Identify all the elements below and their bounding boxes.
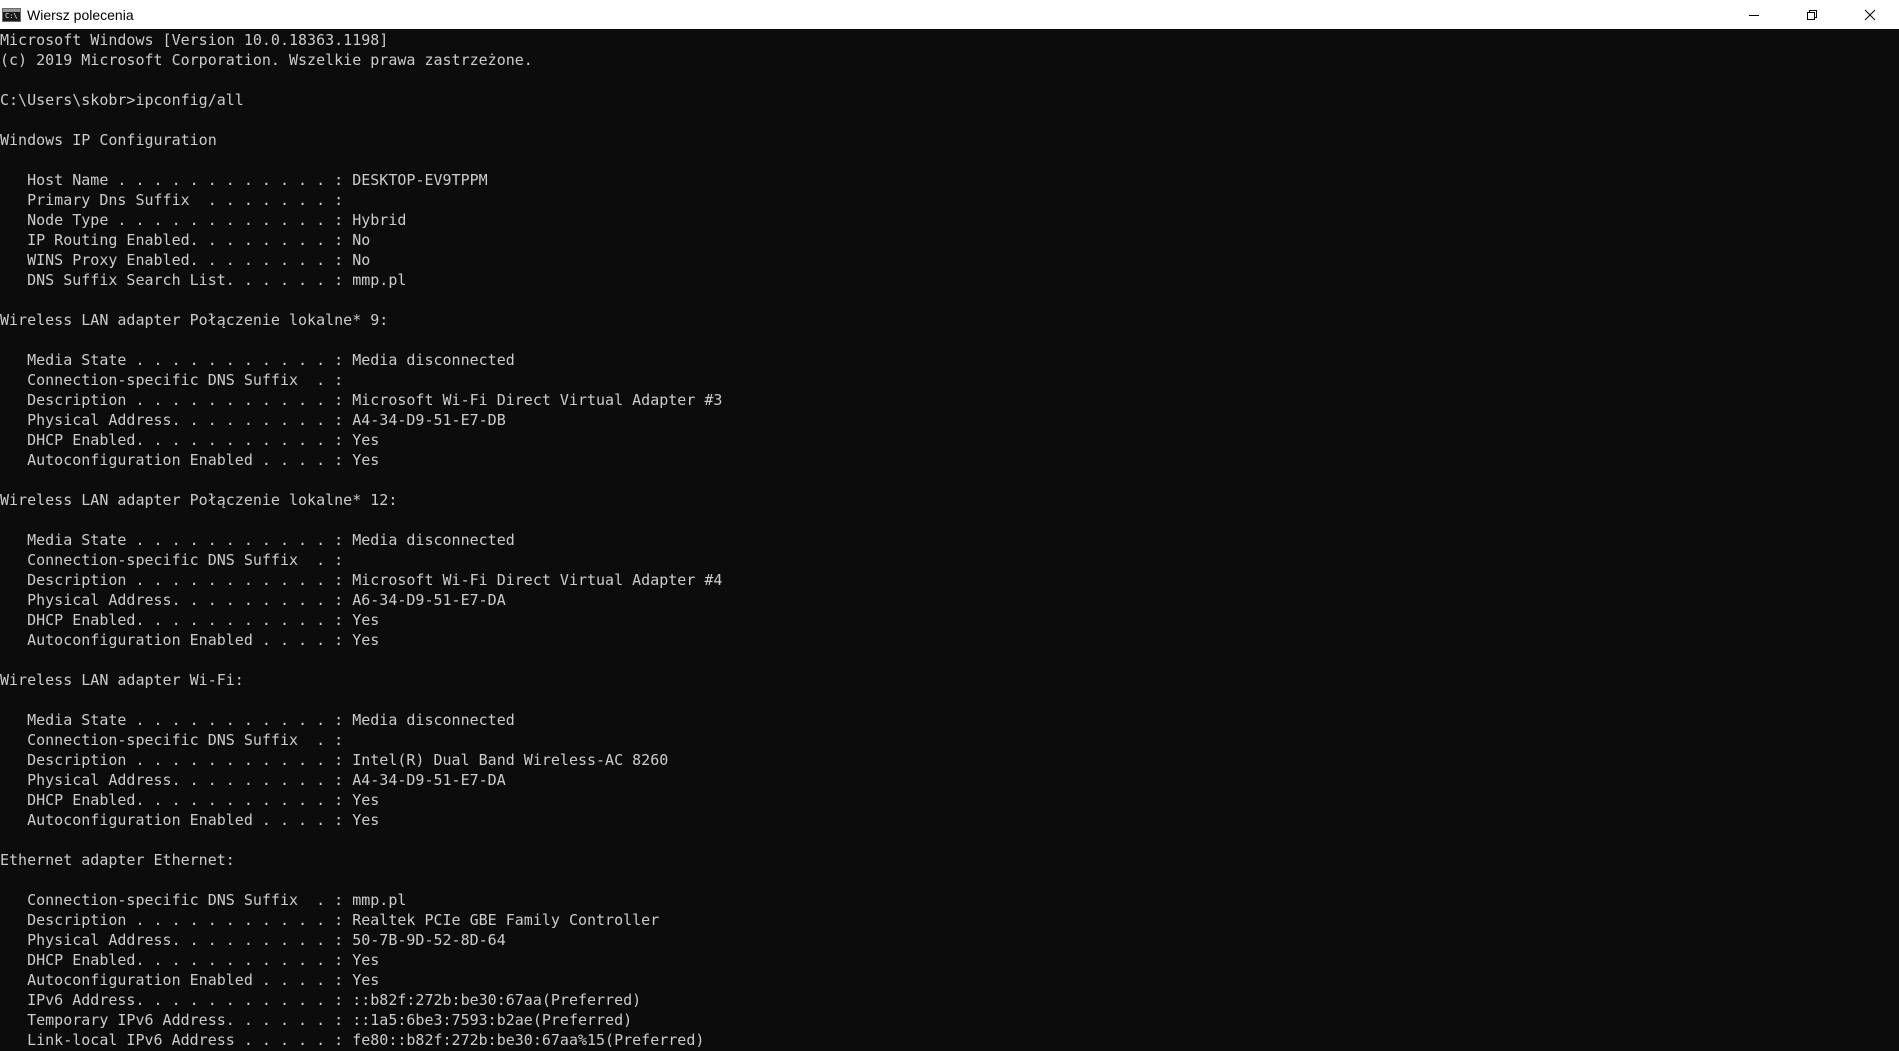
- console-line: Description . . . . . . . . . . . : Micr…: [0, 571, 723, 589]
- console-line: IP Routing Enabled. . . . . . . . : No: [0, 231, 371, 249]
- title-bar[interactable]: C:\ Wiersz polecenia: [0, 0, 1899, 29]
- restore-button[interactable]: [1783, 0, 1841, 29]
- restore-icon: [1807, 9, 1817, 20]
- console-line: Wireless LAN adapter Połączenie lokalne*…: [0, 491, 398, 509]
- console-line: Physical Address. . . . . . . . . : A4-3…: [0, 411, 506, 429]
- console-line: WINS Proxy Enabled. . . . . . . . : No: [0, 251, 371, 269]
- console-line: C:\Users\skobr>ipconfig/all: [0, 91, 244, 109]
- console-line: Autoconfiguration Enabled . . . . : Yes: [0, 971, 380, 989]
- console-line: Physical Address. . . . . . . . . : A4-3…: [0, 771, 506, 789]
- console-line: DNS Suffix Search List. . . . . . : mmp.…: [0, 271, 407, 289]
- console-line: Autoconfiguration Enabled . . . . : Yes: [0, 811, 380, 829]
- console-line: Wireless LAN adapter Wi-Fi:: [0, 671, 244, 689]
- console-line: Wireless LAN adapter Połączenie lokalne*…: [0, 311, 389, 329]
- console-line: Description . . . . . . . . . . . : Inte…: [0, 751, 669, 769]
- console-line: DHCP Enabled. . . . . . . . . . . : Yes: [0, 431, 380, 449]
- console-line: Connection-specific DNS Suffix . :: [0, 731, 344, 749]
- console-line: Media State . . . . . . . . . . . : Medi…: [0, 531, 515, 549]
- console-line: Temporary IPv6 Address. . . . . . : ::1a…: [0, 1011, 633, 1029]
- console-line: Description . . . . . . . . . . . : Real…: [0, 911, 660, 929]
- console-line: Connection-specific DNS Suffix . :: [0, 371, 344, 389]
- console-line: (c) 2019 Microsoft Corporation. Wszelkie…: [0, 51, 533, 69]
- console-line: Link-local IPv6 Address . . . . . : fe80…: [0, 1031, 705, 1049]
- close-icon: [1864, 9, 1876, 20]
- cmd-icon[interactable]: C:\: [2, 7, 21, 22]
- console-line: Microsoft Windows [Version 10.0.18363.11…: [0, 31, 389, 49]
- console-line: Physical Address. . . . . . . . . : A6-3…: [0, 591, 506, 609]
- console-output[interactable]: Microsoft Windows [Version 10.0.18363.11…: [0, 30, 1899, 1051]
- console-line: Media State . . . . . . . . . . . : Medi…: [0, 351, 515, 369]
- console-line: Primary Dns Suffix . . . . . . . :: [0, 191, 344, 209]
- console-line: Node Type . . . . . . . . . . . . : Hybr…: [0, 211, 407, 229]
- minimize-icon: [1749, 14, 1759, 16]
- close-button[interactable]: [1841, 0, 1899, 29]
- console-line: IPv6 Address. . . . . . . . . . . : ::b8…: [0, 991, 642, 1009]
- window-controls: [1725, 0, 1899, 29]
- command-prompt-window: C:\ Wiersz polecenia Microsoft Windows […: [0, 0, 1899, 1051]
- console-line: DHCP Enabled. . . . . . . . . . . : Yes: [0, 791, 380, 809]
- console-line: Description . . . . . . . . . . . : Micr…: [0, 391, 723, 409]
- console-line: Autoconfiguration Enabled . . . . : Yes: [0, 631, 380, 649]
- console-line: Connection-specific DNS Suffix . :: [0, 551, 344, 569]
- console-line: Autoconfiguration Enabled . . . . : Yes: [0, 451, 380, 469]
- console-line: Connection-specific DNS Suffix . : mmp.p…: [0, 891, 407, 909]
- console-line: Media State . . . . . . . . . . . : Medi…: [0, 711, 515, 729]
- console-line: DHCP Enabled. . . . . . . . . . . : Yes: [0, 951, 380, 969]
- console-line: Host Name . . . . . . . . . . . . : DESK…: [0, 171, 488, 189]
- console-line: DHCP Enabled. . . . . . . . . . . : Yes: [0, 611, 380, 629]
- console-line: Windows IP Configuration: [0, 131, 217, 149]
- minimize-button[interactable]: [1725, 0, 1783, 29]
- console-line: Ethernet adapter Ethernet:: [0, 851, 235, 869]
- window-title: Wiersz polecenia: [27, 6, 134, 23]
- console-line: Physical Address. . . . . . . . . : 50-7…: [0, 931, 506, 949]
